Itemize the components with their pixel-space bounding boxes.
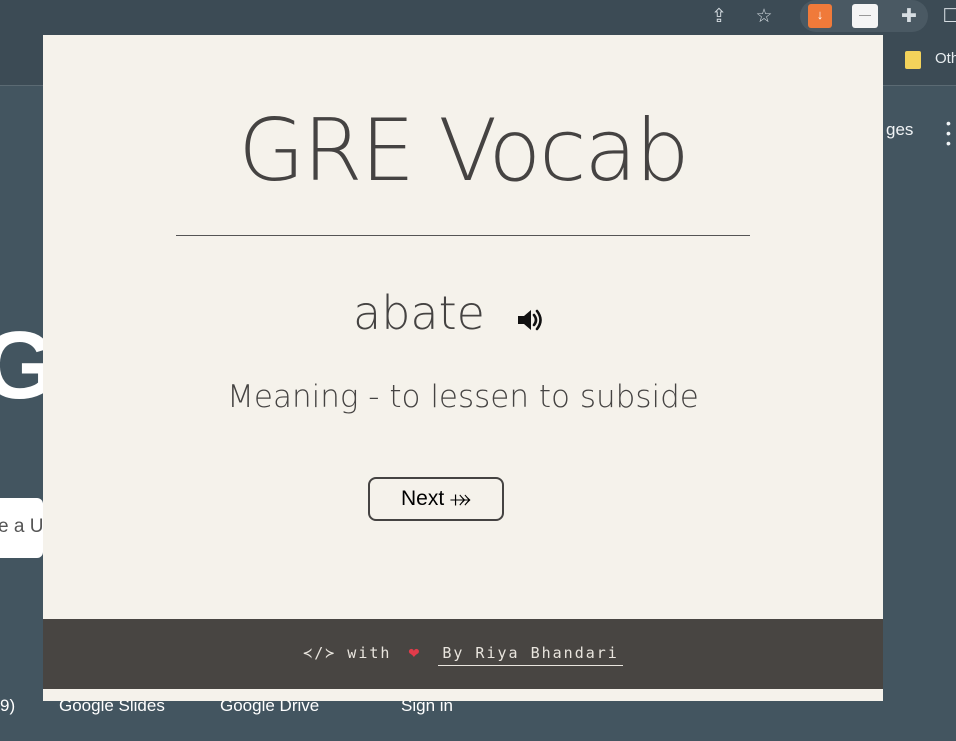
extension-orange-icon[interactable]: ↓ [808, 4, 832, 28]
code-icon: ≺/≻ [303, 644, 337, 662]
author-link[interactable]: By Riya Bhandari [438, 644, 623, 666]
images-link[interactable]: ges [886, 120, 913, 140]
folder-icon [905, 51, 921, 69]
title-divider [176, 235, 750, 236]
search-placeholder: e a U [0, 516, 44, 537]
puzzle-icon[interactable]: ✚ [896, 4, 922, 30]
gre-vocab-popup: GRE Vocab abate Meaning - to lessen to s… [43, 35, 883, 701]
popup-title: GRE Vocab [238, 101, 689, 201]
bookmark-other[interactable]: Oth [935, 50, 956, 67]
with-text: with [347, 644, 392, 662]
background-panel [883, 283, 956, 537]
extension-gre-vocab-icon[interactable] [852, 4, 878, 28]
vocab-word: abate [353, 286, 485, 340]
popup-footer: ≺/≻ with ❤ By Riya Bhandari [43, 619, 883, 689]
star-icon[interactable]: ☆ [751, 4, 777, 30]
speaker-volume-icon[interactable] [515, 305, 545, 335]
heart-icon: ❤ [408, 642, 422, 663]
window-icon[interactable]: ☐ [938, 4, 956, 30]
share-icon[interactable]: ⇪ [706, 4, 732, 30]
apps-menu-icon[interactable]: • • • [946, 116, 951, 150]
word-meaning: Meaning - to lessen to subside [227, 379, 699, 415]
footer-credit: ≺/≻ with ❤ By Riya Bhandari [43, 642, 883, 666]
shortcut-link[interactable]: 9) [0, 696, 15, 716]
next-button[interactable]: Next ⤀ [368, 477, 504, 521]
